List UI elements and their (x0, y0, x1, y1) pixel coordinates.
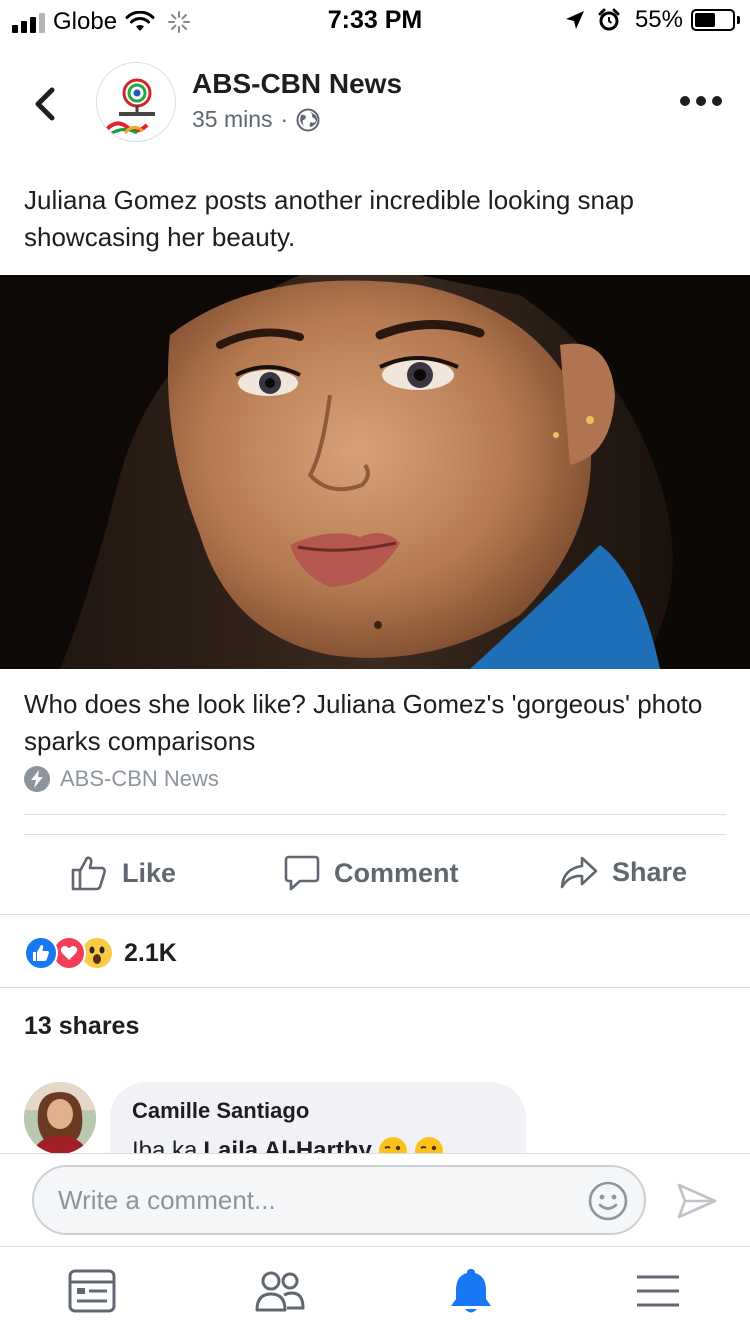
more-dot-icon (696, 96, 706, 106)
comment-composer (0, 1153, 750, 1246)
page-avatar[interactable] (96, 62, 176, 142)
send-arrow-icon (677, 1183, 717, 1219)
divider (0, 987, 750, 988)
reaction-count: 2.1K (124, 938, 177, 967)
smiley-icon (588, 1181, 628, 1221)
more-options-button[interactable] (680, 96, 722, 106)
tab-menu[interactable] (632, 1265, 684, 1317)
share-button[interactable]: Share (560, 854, 687, 890)
send-button[interactable] (676, 1182, 718, 1225)
battery-icon (691, 9, 735, 31)
emoji-button[interactable] (588, 1181, 628, 1226)
like-label: Like (122, 857, 177, 888)
tab-friends[interactable] (254, 1265, 306, 1317)
instant-article-icon (24, 766, 50, 792)
status-bar: Globe 7:33 PM 55% (0, 0, 750, 40)
divider (24, 834, 726, 835)
more-dot-icon (680, 96, 690, 106)
commenter-photo (24, 1082, 96, 1154)
bell-icon (451, 1269, 491, 1313)
link-source: ABS-CBN News (24, 766, 219, 792)
shares-count[interactable]: 13 shares (24, 1012, 139, 1041)
post-photo[interactable] (0, 275, 750, 669)
battery-tip (737, 16, 740, 24)
hamburger-menu-icon (637, 1275, 679, 1307)
post-meta: 35 mins · (192, 106, 320, 133)
page-name[interactable]: ABS-CBN News (192, 68, 402, 100)
commenter-avatar[interactable] (24, 1082, 96, 1154)
link-source-name: ABS-CBN News (60, 766, 219, 791)
share-arrow-icon (560, 856, 598, 889)
link-title[interactable]: Who does she look like? Juliana Gomez's … (24, 686, 734, 760)
like-reaction-icon (24, 936, 58, 970)
tab-notifications[interactable] (445, 1265, 497, 1317)
divider (24, 814, 726, 815)
alarm-icon (598, 8, 620, 31)
thumbs-up-icon (71, 856, 106, 891)
back-button[interactable] (28, 82, 64, 126)
comment-button[interactable]: Comment (284, 854, 459, 892)
comment-label: Comment (334, 857, 459, 888)
meta-separator: · (280, 106, 289, 132)
chevron-left-icon (35, 87, 55, 121)
globe-icon (296, 108, 320, 131)
tab-news-feed[interactable] (66, 1265, 118, 1317)
battery-percentage: 55% (634, 6, 683, 33)
more-dot-icon (712, 96, 722, 106)
action-bar: Like Comment Share (0, 840, 750, 912)
comment-author[interactable]: Camille Santiago (132, 1098, 504, 1124)
post-time[interactable]: 35 mins (192, 106, 273, 133)
post-header: ABS-CBN News 35 mins · (0, 60, 750, 150)
divider (0, 914, 750, 915)
abs-cbn-logo-icon (97, 63, 175, 141)
post-text: Juliana Gomez posts another incredible l… (24, 185, 634, 252)
speech-bubble-icon (284, 855, 320, 891)
tab-bar (0, 1246, 750, 1334)
like-button[interactable]: Like (70, 854, 176, 892)
reactions-summary[interactable]: 2.1K (24, 936, 177, 970)
comment-input[interactable] (32, 1165, 646, 1235)
portrait-image (0, 275, 750, 669)
friends-icon (255, 1271, 305, 1312)
share-label: Share (612, 856, 688, 887)
news-feed-icon (68, 1269, 116, 1313)
location-arrow-icon (565, 11, 584, 29)
